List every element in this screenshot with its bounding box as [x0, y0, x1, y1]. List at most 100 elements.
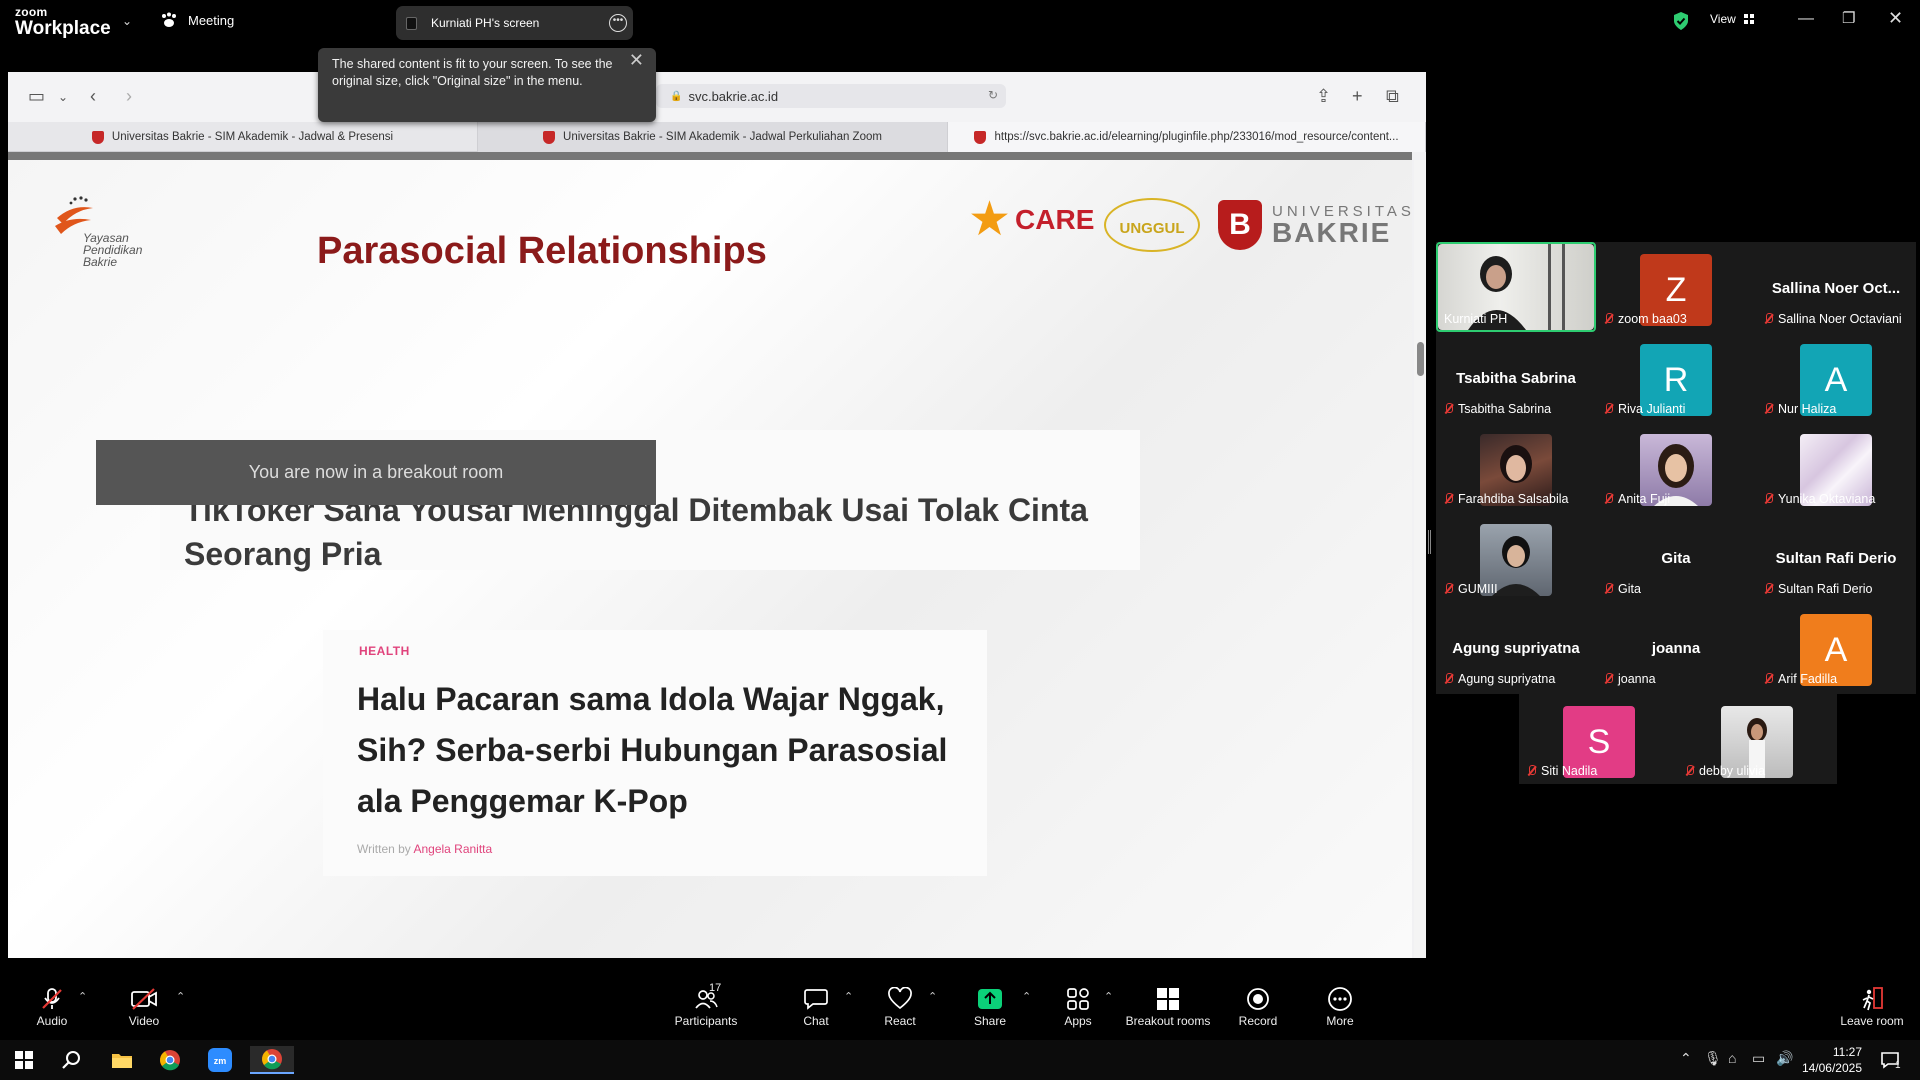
participant-tile[interactable]: Sultan Rafi Derio Sultan Rafi Derio [1756, 512, 1916, 602]
care-text: CARE [1015, 204, 1095, 235]
participant-tile[interactable]: A Arif Fadilla [1756, 602, 1916, 692]
meeting-controls: Audio ⌃ Video ⌃ 17 Participants Chat ⌃ R… [0, 980, 1920, 1040]
leave-room-button[interactable]: Leave room [1830, 984, 1914, 1028]
participant-name: debby ulivia [1699, 764, 1766, 778]
universitas-bakrie-logo: B UNIVERSITAS BAKRIE [1218, 200, 1415, 250]
new-tab-icon[interactable]: + [1352, 86, 1363, 107]
participant-label: Yunika Oktaviana [1764, 492, 1875, 506]
share-icon[interactable]: ⇪ [1316, 86, 1331, 107]
participant-tile[interactable]: Gita Gita [1596, 512, 1756, 602]
chrome-active-icon[interactable] [250, 1046, 294, 1074]
record-button[interactable]: Record [1218, 984, 1298, 1028]
encryption-shield-icon[interactable] [1672, 11, 1690, 36]
participant-label: Nur Haliza [1764, 402, 1836, 416]
share-button[interactable]: Share [950, 984, 1030, 1028]
participant-tile[interactable]: Tsabitha Sabrina Tsabitha Sabrina [1436, 332, 1596, 422]
url-text: svc.bakrie.ac.id [688, 88, 779, 104]
bakrie-wordmark: UNIVERSITAS BAKRIE [1272, 204, 1415, 247]
forward-icon[interactable]: › [126, 86, 132, 107]
muted-mic-icon [1444, 493, 1453, 505]
restore-icon[interactable]: ❐ [1842, 9, 1855, 27]
participant-name: Sallina Noer Octaviani [1778, 312, 1902, 326]
sidebar-toggle-icon[interactable]: ▭ [28, 86, 45, 107]
microphone-tray-icon[interactable]: 🎙 [1704, 1050, 1722, 1067]
chrome-icon[interactable] [150, 1046, 190, 1074]
tab-jadwal-zoom[interactable]: Universitas Bakrie - SIM Akademik - Jadw… [478, 122, 948, 152]
presentation-slide: Yayasan Pendidikan Bakrie Parasocial Rel… [8, 160, 1412, 958]
page-scrollbar[interactable] [1414, 160, 1426, 958]
participant-tile[interactable]: Yunika Oktaviana [1756, 422, 1916, 512]
muted-mic-icon [1444, 583, 1453, 595]
participant-tile[interactable]: Sallina Noer Oct... Sallina Noer Octavia… [1756, 242, 1916, 332]
minimize-icon[interactable]: — [1798, 10, 1814, 28]
fit-to-screen-tooltip: The shared content is fit to your screen… [318, 48, 656, 122]
participant-tile[interactable]: joanna joanna [1596, 602, 1756, 692]
article-title: Halu Pacaran sama Idola Wajar Nggak, Sih… [357, 681, 948, 819]
back-icon[interactable]: ‹ [90, 86, 96, 107]
participant-label: Arif Fadilla [1764, 672, 1837, 686]
screen-share-pill[interactable]: Kurniati PH's screen ••• [396, 6, 633, 40]
address-bar[interactable]: 🔒 svc.bakrie.ac.id ↻ [656, 84, 1006, 108]
participant-label: Anita Fuji [1604, 492, 1670, 506]
share-label: Share [973, 1014, 1007, 1028]
more-label: More [1326, 1014, 1354, 1028]
breakout-rooms-button[interactable]: Breakout rooms [1118, 984, 1218, 1028]
chevron-down-icon[interactable]: ⌄ [122, 14, 132, 28]
participant-name: Gita [1618, 582, 1641, 596]
tab-jadwal-presensi[interactable]: Universitas Bakrie - SIM Akademik - Jadw… [8, 122, 478, 152]
tab-pdf-resource[interactable]: https://svc.bakrie.ac.id/elearning/plugi… [948, 122, 1426, 152]
participants-count: 17 [709, 982, 722, 994]
tooltip-text: The shared content is fit to your screen… [332, 57, 613, 88]
participant-tile[interactable]: Farahdiba Salsabila [1436, 422, 1596, 512]
network-tray-icon[interactable]: ⌂ [1728, 1050, 1736, 1066]
windows-start-icon[interactable] [4, 1046, 44, 1074]
participant-tile[interactable]: Agung supriyatna Agung supriyatna [1436, 602, 1596, 692]
notification-icon[interactable]: 1 [1870, 1046, 1910, 1074]
close-icon[interactable]: ✕ [1888, 8, 1903, 29]
muted-mic-icon [1444, 673, 1453, 685]
search-icon[interactable] [52, 1046, 92, 1074]
participant-tile[interactable]: R Riva Julianti [1596, 332, 1756, 422]
bakrie-shield-icon: B [1218, 200, 1262, 250]
tab-overview-icon[interactable]: ⧉ [1386, 86, 1399, 107]
participant-tile[interactable]: Z zoom baa03 [1596, 242, 1756, 332]
muted-mic-icon [1444, 403, 1453, 415]
foundation-logo-text: Yayasan Pendidikan Bakrie [83, 231, 143, 269]
zoom-window: zoom Workplace ⌄ Meeting Kurniati PH's s… [0, 0, 1920, 1080]
participant-gallery-row: S Siti Nadila debby ulivia [1519, 694, 1837, 784]
more-button[interactable]: More [1300, 984, 1380, 1028]
meeting-menu[interactable]: Meeting [160, 12, 234, 28]
battery-tray-icon[interactable]: ▭ [1752, 1050, 1765, 1067]
file-explorer-icon[interactable] [102, 1046, 142, 1074]
participant-tile[interactable]: debby ulivia [1677, 694, 1837, 784]
system-clock[interactable]: 11:27 14/06/2025 [1802, 1044, 1862, 1076]
tray-overflow-icon[interactable]: ⌃ [1680, 1050, 1692, 1067]
participant-label: Siti Nadila [1527, 764, 1597, 778]
chevron-down-icon[interactable]: ⌄ [58, 90, 68, 104]
byline-author: Angela Ranitta [413, 842, 493, 856]
reload-icon[interactable]: ↻ [988, 88, 998, 102]
panel-resize-handle[interactable] [1428, 530, 1431, 554]
participant-label: Agung supriyatna [1444, 672, 1555, 686]
participants-button[interactable]: 17 Participants [666, 982, 746, 1028]
participant-gallery: Kurniati PH Z zoom baa03 Sallina Noer Oc… [1436, 242, 1916, 694]
participant-name: joanna [1618, 672, 1656, 686]
zoom-taskbar-icon[interactable]: zm [200, 1046, 240, 1074]
logo-line1: zoom [15, 5, 48, 19]
video-button[interactable]: Video [104, 984, 184, 1028]
view-menu[interactable]: View [1710, 12, 1754, 26]
participant-tile[interactable]: S Siti Nadila [1519, 694, 1679, 784]
scrollbar-thumb[interactable] [1417, 342, 1424, 376]
close-tooltip-icon[interactable]: ✕ [629, 51, 644, 69]
participant-tile[interactable]: Kurniati PH [1436, 242, 1596, 332]
participant-label: Farahdiba Salsabila [1444, 492, 1569, 506]
browser-toolbar: ▭ ⌄ ‹ › 🔒 svc.bakrie.ac.id ↻ ⇪ + ⧉ [8, 72, 1426, 122]
participant-tile[interactable]: Anita Fuji [1596, 422, 1756, 512]
more-options-icon[interactable]: ••• [609, 14, 627, 32]
participant-tile[interactable]: GUMIII [1436, 512, 1596, 602]
muted-mic-icon [1685, 765, 1694, 777]
participant-tile[interactable]: A Nur Haliza [1756, 332, 1916, 422]
volume-tray-icon[interactable]: 🔊 [1776, 1050, 1793, 1067]
care-logo: ★ CARE [968, 196, 1095, 244]
participant-display-name: Gita [1661, 550, 1691, 567]
